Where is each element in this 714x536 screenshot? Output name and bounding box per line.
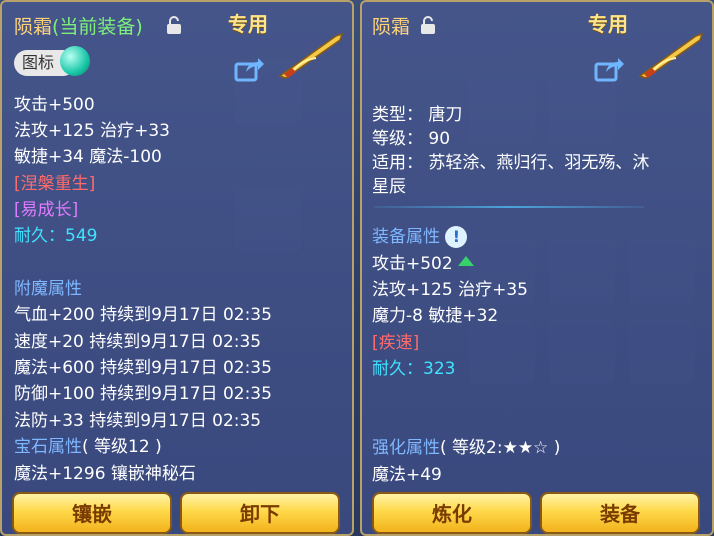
item-level: 等级： 90 — [372, 129, 451, 149]
share-icon[interactable] — [234, 56, 264, 82]
current-equipment-panel: 陨霜(当前装备) 专用 图标 攻击+500 法攻+125 治疗+33 敏捷+34… — [0, 0, 354, 536]
increase-arrow-icon — [458, 256, 475, 266]
enchant-row: 魔法+600 持续到9月17日 02:35 — [14, 358, 272, 378]
durability-value: 549 — [65, 226, 98, 246]
share-icon[interactable] — [594, 56, 624, 82]
item-fit-line2: 星辰 — [372, 177, 406, 197]
inlay-button[interactable]: 镶嵌 — [12, 492, 172, 534]
compare-equipment-panel: 陨霜 专用 类型： 唐刀 等级： 90 适用： 苏轻涂、燕归行、羽无殇、沐 星辰… — [360, 0, 714, 536]
unlock-icon[interactable] — [420, 16, 436, 34]
enhance-stat: 魔法+49 — [372, 465, 442, 485]
item-type: 类型： 唐刀 — [372, 105, 463, 125]
equip-section-row: 装备属性 ! — [372, 222, 468, 248]
gem-stat: 魔法+1296 镶嵌神秘石 — [14, 464, 196, 484]
durability-value: 323 — [423, 359, 456, 379]
enchant-row: 速度+20 持续到9月17日 02:35 — [14, 332, 262, 352]
weapon-icon — [278, 32, 344, 79]
trait-nirvana: [涅槃重生] — [14, 174, 96, 194]
toggle-orb-icon[interactable] — [60, 46, 90, 76]
divider — [374, 206, 644, 208]
enhance-section-title: 强化属性 — [372, 438, 440, 458]
stat-attack: 攻击+502 — [372, 254, 453, 274]
stat-magic-attack-heal: 法攻+125 治疗+35 — [372, 280, 528, 300]
enchant-section-title: 附魔属性 — [14, 279, 82, 299]
stat-attack-row: 攻击+502 — [372, 249, 475, 274]
stat-agility-mana: 敏捷+34 魔法-100 — [14, 147, 162, 167]
durability-row: 耐久：549 — [14, 221, 97, 246]
unlock-icon[interactable] — [166, 16, 182, 34]
enhance-section-row: 强化属性( 等级2:★★☆ ) — [372, 433, 560, 458]
gem-level: ( 等级12 ) — [82, 437, 162, 457]
refine-button-label: 炼化 — [432, 502, 472, 526]
exclusive-label: 专用 — [228, 12, 268, 36]
enchant-row: 法防+33 持续到9月17日 02:35 — [14, 411, 262, 431]
gem-section-row: 宝石属性( 等级12 ) — [14, 432, 162, 457]
trait-easy-growth: [易成长] — [14, 200, 79, 220]
enchant-row: 气血+200 持续到9月17日 02:35 — [14, 305, 272, 325]
enhance-level: ( 等级2:★★☆ ) — [440, 438, 561, 458]
item-name: 陨霜 — [14, 16, 53, 38]
equip-button[interactable]: 装备 — [540, 492, 700, 534]
exclusive-label: 专用 — [588, 12, 628, 36]
equip-section-title: 装备属性 — [372, 227, 440, 247]
durability-label: 耐久： — [372, 359, 423, 379]
enchant-row: 防御+100 持续到9月17日 02:35 — [14, 384, 272, 404]
current-equipped-label: (当前装备) — [52, 16, 143, 38]
inlay-button-label: 镶嵌 — [72, 502, 112, 526]
item-fit-line1: 适用： 苏轻涂、燕归行、羽无殇、沐 — [372, 153, 650, 173]
stat-attack: 攻击+500 — [14, 95, 95, 115]
unequip-button[interactable]: 卸下 — [180, 492, 340, 534]
trait-swift: [疾速] — [372, 333, 420, 353]
refine-button[interactable]: 炼化 — [372, 492, 532, 534]
durability-label: 耐久： — [14, 226, 65, 246]
item-title: 陨霜(当前装备) — [14, 12, 143, 39]
item-name: 陨霜 — [372, 16, 411, 38]
unequip-button-label: 卸下 — [240, 502, 280, 526]
durability-row: 耐久：323 — [372, 354, 455, 379]
icon-toggle-label: 图标 — [22, 53, 55, 72]
stat-magic-attack-heal: 法攻+125 治疗+33 — [14, 121, 170, 141]
weapon-icon — [638, 32, 704, 79]
info-icon[interactable]: ! — [445, 226, 468, 248]
stat-mana-agility: 魔力-8 敏捷+32 — [372, 306, 499, 326]
gem-section-title: 宝石属性 — [14, 437, 82, 457]
equip-button-label: 装备 — [600, 502, 640, 526]
